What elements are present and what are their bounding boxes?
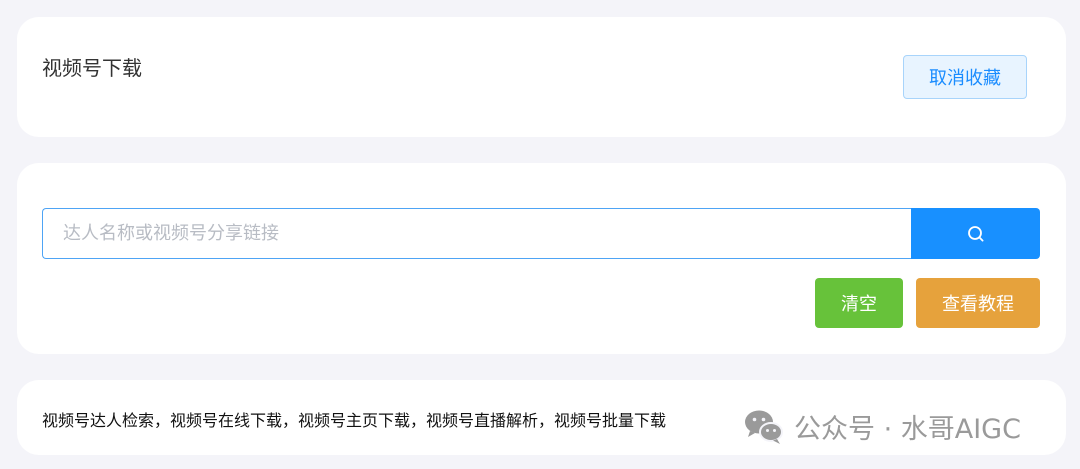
wechat-icon	[745, 410, 783, 444]
header-card: 视频号下载 取消收藏	[17, 17, 1066, 137]
search-input[interactable]	[42, 208, 911, 259]
search-button[interactable]	[911, 208, 1040, 259]
watermark: 公众号 · 水哥AIGC	[742, 402, 1021, 450]
search-icon	[967, 225, 984, 242]
page-title: 视频号下载	[42, 56, 142, 80]
feature-description: 视频号达人检索，视频号在线下载，视频号主页下载，视频号直播解析，视频号批量下载	[42, 411, 667, 430]
view-tutorial-button[interactable]: 查看教程	[916, 278, 1040, 328]
unfavorite-button[interactable]: 取消收藏	[903, 55, 1027, 99]
watermark-text: 公众号 · 水哥AIGC	[794, 413, 1021, 445]
clear-button[interactable]: 清空	[815, 278, 903, 328]
search-bar	[42, 208, 1040, 259]
search-card: 清空 查看教程	[17, 163, 1066, 354]
